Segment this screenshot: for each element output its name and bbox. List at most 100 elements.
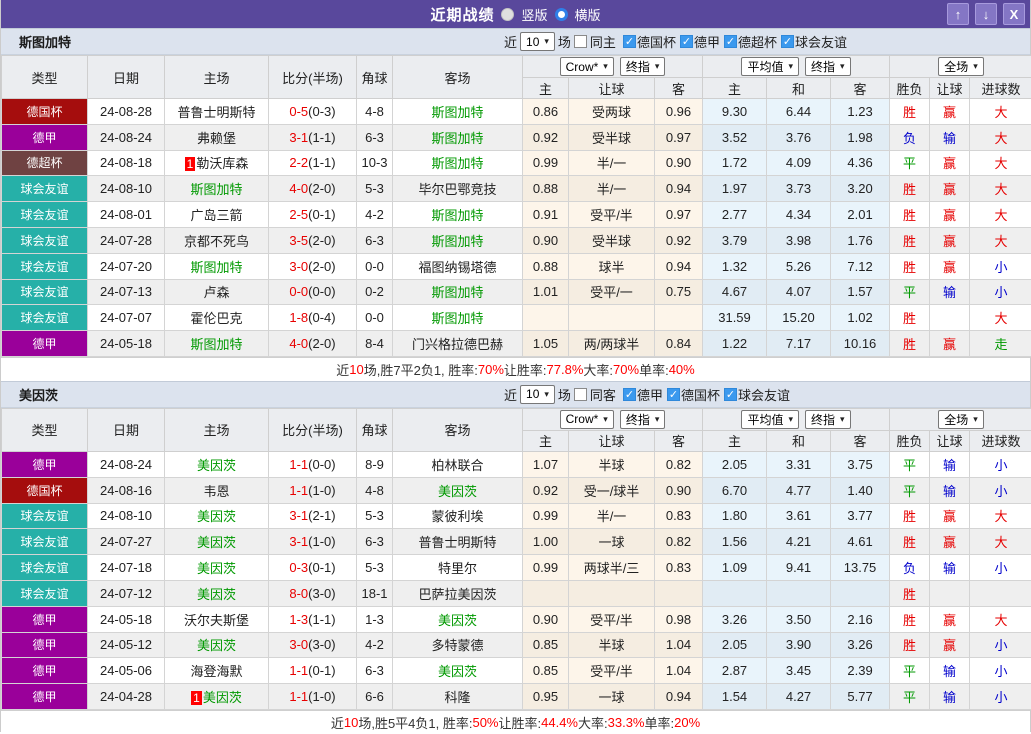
- column-header: 主场: [165, 408, 269, 451]
- away-team-name: 科隆: [444, 690, 470, 705]
- away-team-name: 斯图加特: [431, 131, 483, 146]
- fulltime-score: 1-1: [289, 689, 308, 704]
- near-label: 近: [504, 32, 517, 51]
- home-team: 美因茨: [165, 632, 269, 658]
- league-checkbox-label: 球会友谊: [795, 32, 847, 51]
- filter-bar: 近 10▾ 场 同客 ✓德甲✓德国杯✓球会友谊: [504, 385, 790, 404]
- summary-segment: 70%: [613, 362, 639, 377]
- odds-final-select[interactable]: 终指▾: [620, 57, 666, 76]
- score: 0-0(0-0): [269, 279, 357, 305]
- score: 1-1(0-0): [269, 451, 357, 477]
- column-subheader: 让球: [569, 430, 655, 451]
- result-handicap: 赢: [930, 632, 970, 658]
- same-away-checkbox[interactable]: [574, 388, 587, 401]
- league-checkbox[interactable]: ✓: [724, 388, 737, 401]
- odds-away: 0.97: [655, 124, 703, 150]
- league-checkbox[interactable]: ✓: [667, 388, 680, 401]
- select-value: 终指: [811, 58, 835, 75]
- league-badge: 德甲: [2, 451, 88, 477]
- avg-away: 7.12: [831, 253, 890, 279]
- same-away-label: 同客: [590, 385, 616, 404]
- match-count-select[interactable]: 10▾: [520, 32, 555, 51]
- chevron-down-icon: ▾: [544, 36, 549, 47]
- avg-draw: 4.07: [767, 279, 831, 305]
- halftime-score: (2-1): [308, 508, 335, 523]
- score: 3-0(3-0): [269, 632, 357, 658]
- match-date: 24-08-10: [88, 503, 165, 529]
- league-checkbox[interactable]: ✓: [680, 35, 693, 48]
- avg-final-select[interactable]: 终指▾: [805, 57, 851, 76]
- match-row: 德甲24-05-18沃尔夫斯堡1-3(1-1)1-3美因茨0.90受平/半0.9…: [2, 606, 1031, 632]
- away-team: 美因茨: [393, 477, 523, 503]
- match-row: 球会友谊24-07-13卢森0-0(0-0)0-2斯图加特1.01受平/一0.7…: [2, 279, 1031, 305]
- match-row: 球会友谊24-07-07霍伦巴克1-8(0-4)0-0斯图加特31.5915.2…: [2, 305, 1031, 331]
- league-checkbox[interactable]: ✓: [623, 35, 636, 48]
- same-home-checkbox[interactable]: [574, 35, 587, 48]
- corner: 5-3: [357, 555, 393, 581]
- handicap: [569, 580, 655, 606]
- avg-home: 1.54: [703, 684, 767, 710]
- halftime-score: (2-0): [308, 259, 335, 274]
- fulltime-select[interactable]: 全场▾: [938, 410, 984, 429]
- match-row: 球会友谊24-07-20斯图加特3-0(2-0)0-0福图纳锡塔德0.88球半0…: [2, 253, 1031, 279]
- odds-final-select[interactable]: 终指▾: [620, 410, 666, 429]
- away-team: 斯图加特: [393, 124, 523, 150]
- league-checkbox[interactable]: ✓: [623, 388, 636, 401]
- summary-segment: 70%: [478, 362, 504, 377]
- odds-away: 0.75: [655, 279, 703, 305]
- away-team: 特里尔: [393, 555, 523, 581]
- vertical-layout-radio[interactable]: [501, 8, 514, 21]
- summary-segment: 10: [344, 715, 358, 730]
- handicap: 半球: [569, 632, 655, 658]
- avg-home: 1.56: [703, 529, 767, 555]
- halftime-score: (2-0): [308, 233, 335, 248]
- home-team: 霍伦巴克: [165, 305, 269, 331]
- summary-line: 近10场,胜7平2负1, 胜率:70% 让胜率:77.8% 大率:70% 单率:…: [1, 357, 1030, 381]
- avg-draw: 3.76: [767, 124, 831, 150]
- result-wdl: 平: [890, 684, 930, 710]
- home-team-name: 卢森: [203, 285, 229, 300]
- fulltime-score: 3-1: [289, 508, 308, 523]
- home-team: 卢森: [165, 279, 269, 305]
- avg-draw: 15.20: [767, 305, 831, 331]
- match-date: 24-05-06: [88, 658, 165, 684]
- odds-home: [523, 580, 569, 606]
- horizontal-layout-radio[interactable]: [555, 8, 568, 21]
- odds-source-select[interactable]: Crow*▾: [560, 410, 614, 429]
- summary-segment: 大率:: [583, 360, 613, 379]
- avg-away: 13.75: [831, 555, 890, 581]
- odds-away: 0.94: [655, 253, 703, 279]
- away-team-name: 门兴格拉德巴赫: [412, 337, 503, 352]
- same-home-label: 同主: [590, 32, 616, 51]
- league-checkbox[interactable]: ✓: [724, 35, 737, 48]
- column-subheader: 主: [703, 430, 767, 451]
- match-count-select[interactable]: 10▾: [520, 385, 555, 404]
- summary-segment: 让胜率:: [504, 360, 547, 379]
- avg-source-select[interactable]: 平均值▾: [741, 410, 799, 429]
- handicap: 受两球: [569, 99, 655, 125]
- league-checkbox[interactable]: ✓: [781, 35, 794, 48]
- column-header: 类型: [2, 56, 88, 99]
- header-row: 类型日期主场比分(半场)角球客场Crow*▾终指▾平均值▾终指▾全场▾: [2, 408, 1031, 430]
- corner: 4-2: [357, 632, 393, 658]
- odds-source-select[interactable]: Crow*▾: [560, 57, 614, 76]
- result-goals: 大: [970, 150, 1031, 176]
- home-team-name: 美因茨: [197, 638, 236, 653]
- move-up-button[interactable]: ↑: [947, 3, 969, 25]
- avg-home: 1.80: [703, 503, 767, 529]
- close-button[interactable]: X: [1003, 3, 1025, 25]
- avg-final-select[interactable]: 终指▾: [805, 410, 851, 429]
- home-team-name: 霍伦巴克: [190, 311, 242, 326]
- team-name: 斯图加特: [19, 32, 71, 51]
- odds-away: 0.97: [655, 202, 703, 228]
- move-down-button[interactable]: ↓: [975, 3, 997, 25]
- result-wdl: 负: [890, 555, 930, 581]
- fulltime-score: 3-1: [289, 130, 308, 145]
- avg-source-select[interactable]: 平均值▾: [741, 57, 799, 76]
- avg-draw: 4.34: [767, 202, 831, 228]
- home-team-name: 弗赖堡: [197, 131, 236, 146]
- result-handicap: [930, 305, 970, 331]
- fulltime-select[interactable]: 全场▾: [938, 57, 984, 76]
- away-team-name: 斯图加特: [431, 285, 483, 300]
- result-wdl: 胜: [890, 99, 930, 125]
